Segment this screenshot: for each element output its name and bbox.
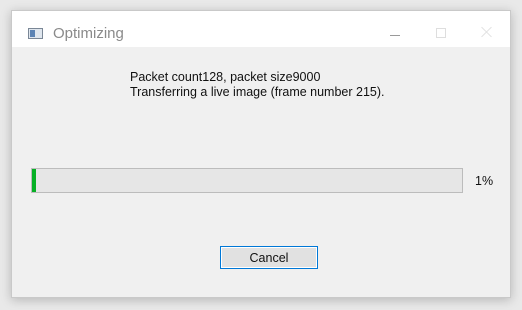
progress-bar [31, 168, 463, 193]
close-icon [481, 26, 493, 38]
minimize-button[interactable] [372, 11, 418, 47]
progress-percent-label: 1% [475, 174, 494, 188]
cancel-button[interactable]: Cancel [220, 246, 318, 269]
transfer-status-text: Transferring a live image (frame number … [130, 85, 385, 99]
maximize-icon [436, 28, 446, 38]
app-icon-pane [30, 30, 35, 37]
application-window-icon[interactable] [28, 28, 43, 39]
status-message: Packet count128, packet size9000 Transfe… [130, 70, 385, 100]
window-title: Optimizing [53, 25, 124, 42]
optimizing-dialog: Optimizing Packet count128, packet size9… [11, 10, 511, 298]
title-bar[interactable]: Optimizing [12, 11, 510, 47]
progress-bar-fill [32, 169, 36, 192]
maximize-button[interactable] [418, 11, 464, 47]
packet-info-text: Packet count128, packet size9000 [130, 70, 321, 84]
minimize-icon [390, 35, 400, 36]
close-button[interactable] [464, 11, 510, 47]
